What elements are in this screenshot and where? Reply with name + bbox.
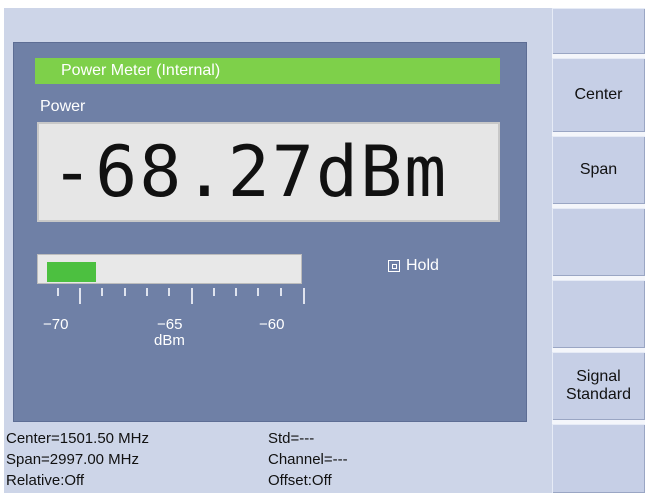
scale-tick bbox=[168, 288, 170, 296]
power-level-fill bbox=[47, 262, 96, 282]
softkey-6[interactable] bbox=[552, 424, 645, 493]
checkbox-icon bbox=[388, 260, 400, 272]
status-right: Std=--- Channel=--- Offset:Off bbox=[268, 428, 348, 491]
scale-tick bbox=[124, 288, 126, 296]
hold-label: Hold bbox=[406, 257, 439, 274]
softkey-center[interactable]: Center bbox=[552, 58, 645, 132]
power-readout: -68.27dBm bbox=[37, 122, 500, 222]
panel-title: Power Meter (Internal) bbox=[35, 58, 500, 84]
scale-tick bbox=[303, 288, 305, 304]
instrument-screen: Power Meter (Internal) Power -68.27dBm −… bbox=[4, 8, 645, 493]
scale-tick bbox=[280, 288, 282, 296]
status-offset: Offset:Off bbox=[268, 472, 332, 489]
status-std: Std=--- bbox=[268, 430, 315, 447]
status-center: Center=1501.50 MHz bbox=[6, 430, 149, 447]
scale-tick bbox=[79, 288, 81, 304]
status-span: Span=2997.00 MHz bbox=[6, 451, 140, 468]
scale-unit: dBm bbox=[154, 332, 185, 349]
softkey-3[interactable] bbox=[552, 208, 645, 276]
scale-label-mid: −65 bbox=[157, 316, 183, 333]
softkey-4[interactable] bbox=[552, 280, 645, 348]
status-relative: Relative:Off bbox=[6, 472, 85, 489]
scale-ticks bbox=[37, 288, 307, 308]
scale-label-max: −60 bbox=[259, 316, 285, 333]
scale-label-min: −70 bbox=[43, 316, 69, 333]
status-left: Center=1501.50 MHz Span=2997.00 MHz Rela… bbox=[6, 428, 149, 491]
scale-tick bbox=[257, 288, 259, 296]
scale-tick bbox=[191, 288, 193, 304]
softkey-column: Center Span Signal Standard bbox=[552, 8, 645, 493]
status-channel: Channel=--- bbox=[268, 451, 348, 468]
softkey-blank-top bbox=[552, 8, 645, 54]
scale-tick bbox=[101, 288, 103, 296]
scale-tick bbox=[146, 288, 148, 296]
power-level-bar bbox=[37, 254, 302, 284]
power-meter-panel: Power Meter (Internal) Power -68.27dBm −… bbox=[13, 42, 527, 422]
scale-tick bbox=[235, 288, 237, 296]
hold-checkbox[interactable]: Hold bbox=[388, 257, 439, 275]
softkey-signal-standard[interactable]: Signal Standard bbox=[552, 352, 645, 420]
power-label: Power bbox=[40, 98, 86, 115]
scale-tick bbox=[57, 288, 59, 296]
softkey-span[interactable]: Span bbox=[552, 136, 645, 204]
scale-tick bbox=[213, 288, 215, 296]
